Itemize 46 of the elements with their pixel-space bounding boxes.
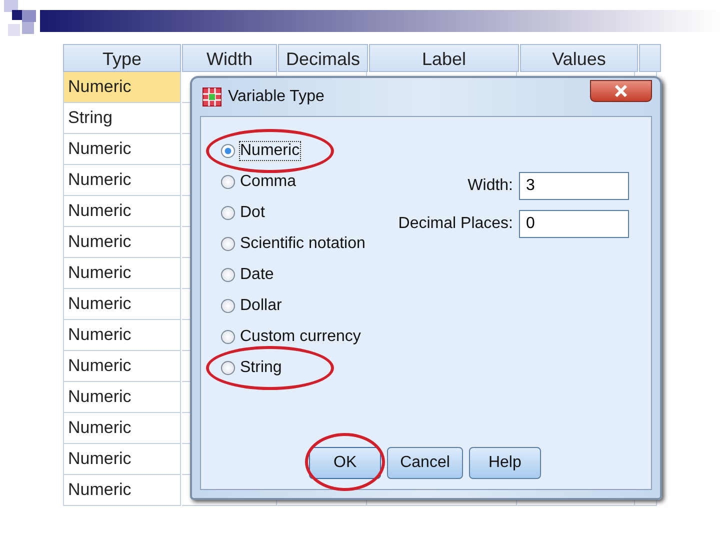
radio-option[interactable]: Dot bbox=[221, 204, 265, 222]
field-label: Decimal Places: bbox=[398, 215, 513, 233]
close-button[interactable] bbox=[590, 80, 652, 102]
table-cell: Numeric bbox=[63, 134, 181, 165]
table-cell: Numeric bbox=[63, 320, 181, 351]
table-cell: Numeric bbox=[63, 196, 181, 227]
table-cell: Numeric bbox=[63, 165, 181, 196]
table-cell: Numeric bbox=[63, 289, 181, 320]
dialog-button[interactable]: Help bbox=[468, 447, 541, 479]
table-cell: Numeric bbox=[63, 413, 181, 444]
radio-button[interactable] bbox=[221, 298, 235, 312]
radio-button[interactable] bbox=[221, 144, 235, 158]
radio-option[interactable]: String bbox=[221, 358, 282, 376]
radio-button[interactable] bbox=[221, 174, 235, 188]
dialog-title: Variable Type bbox=[228, 88, 324, 106]
radio-option[interactable]: Numeric bbox=[221, 142, 300, 160]
table-cell: Numeric bbox=[63, 475, 181, 506]
field-label: Width: bbox=[468, 177, 513, 195]
column-header[interactable]: Decimals bbox=[278, 44, 368, 72]
table-cell: Numeric bbox=[63, 444, 181, 475]
column-header[interactable]: Label bbox=[369, 44, 519, 72]
input-field[interactable]: 3 bbox=[519, 172, 629, 200]
radio-option[interactable]: Date bbox=[221, 266, 274, 284]
dialog-button[interactable]: Cancel bbox=[387, 447, 463, 479]
radio-button[interactable] bbox=[221, 330, 235, 344]
grid-icon bbox=[202, 87, 222, 107]
input-field[interactable]: 0 bbox=[519, 210, 629, 238]
column-header[interactable]: Width bbox=[182, 44, 277, 72]
table-cell: Numeric bbox=[63, 258, 181, 289]
table-cell: Numeric bbox=[63, 72, 181, 103]
radio-option[interactable]: Custom currency bbox=[221, 328, 361, 346]
radio-button[interactable] bbox=[221, 360, 235, 374]
radio-button[interactable] bbox=[221, 236, 235, 250]
close-icon bbox=[614, 85, 628, 97]
column-header[interactable]: Type bbox=[63, 44, 181, 72]
table-cell: String bbox=[63, 103, 181, 134]
table-cell: Numeric bbox=[63, 227, 181, 258]
radio-option[interactable]: Scientific notation bbox=[221, 234, 366, 252]
dialog-button[interactable]: OK bbox=[309, 447, 382, 479]
table-cell: Numeric bbox=[63, 382, 181, 413]
column-header[interactable]: Values bbox=[520, 44, 638, 72]
radio-option[interactable]: Comma bbox=[221, 172, 296, 190]
radio-button[interactable] bbox=[221, 268, 235, 282]
radio-option[interactable]: Dollar bbox=[221, 296, 282, 314]
radio-button[interactable] bbox=[221, 206, 235, 220]
table-cell: Numeric bbox=[63, 351, 181, 382]
